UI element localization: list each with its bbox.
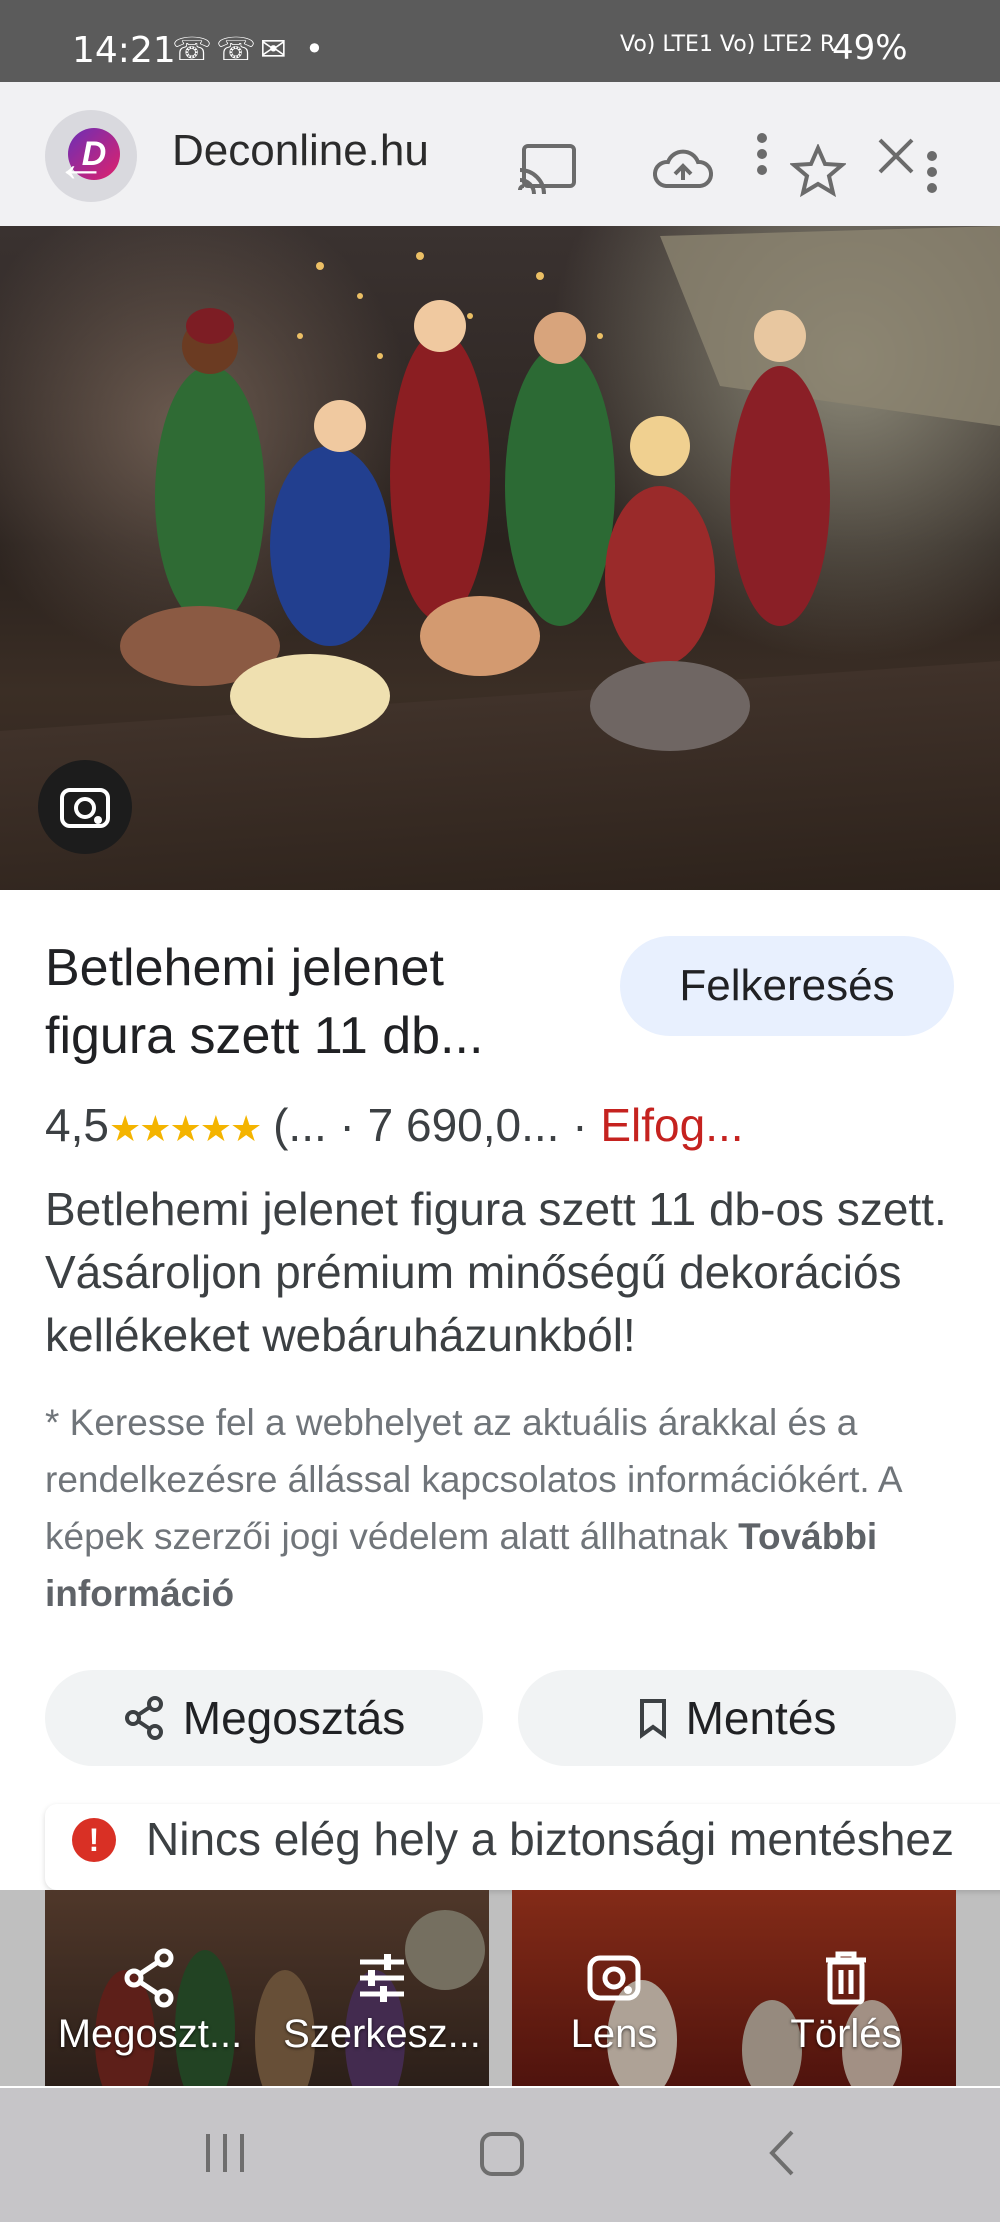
rating-value: 4,5 [45,1099,109,1151]
tune-sliders-icon [272,1948,492,2012]
close-icon[interactable] [874,134,918,178]
back-icon[interactable] [762,2128,802,2178]
rating-row: 4,5★★★★★ (... · 7 690,0... · Elfog... [45,1098,744,1152]
overlay-edit-label: Szerkesz... [283,2012,481,2056]
cloud-upload-icon[interactable] [652,146,714,192]
google-lens-button[interactable] [38,760,132,854]
clock: 14:21 [72,30,176,71]
product-image[interactable] [0,226,1000,890]
rating-stars-icon: ★★★★★ [108,1108,262,1149]
home-icon[interactable] [478,2130,526,2178]
overlay-share[interactable]: Megoszt... [40,1948,260,2057]
overlay-edit[interactable]: Szerkesz... [272,1948,492,2057]
share-icon [124,1696,163,1740]
product-title-line1: Betlehemi jelenet [45,939,444,997]
lens-camera-icon [60,788,110,828]
backup-warning-text: Nincs elég hely a biztonsági mentéshez [146,1813,955,1865]
bookmark-icon [639,1699,666,1739]
product-description: Betlehemi jelenet figura szett 11 db-os … [45,1183,947,1361]
overlay-delete-label: Törlés [790,2012,902,2056]
stock-status: Elfog... [600,1099,744,1151]
overlay-lens[interactable]: Lens [504,1948,724,2057]
trash-icon [736,1948,956,2012]
error-icon: ! [72,1818,116,1862]
more-vert-icon[interactable] [752,130,772,180]
overlay-share-label: Megoszt... [57,2012,243,2056]
nativity-figures-illustration [120,226,1000,751]
network-indicator: Vo) LTE1 Vo) LTE2 R [620,32,836,57]
save-button[interactable]: Mentés [518,1670,956,1766]
rating-count-price: (... · 7 690,0... [273,1099,560,1151]
visit-button[interactable]: Felkeresés [620,936,954,1036]
product-title-line2: figura szett 11 db... [45,1007,484,1065]
cast-icon[interactable] [516,140,582,196]
status-bar: 14:21 ☏☏✉ • Vo) LTE1 Vo) LTE2 R 49% [0,0,1000,82]
disclaimer-note: * Keresse fel a webhelyet az aktuális ár… [45,1394,965,1622]
recent-apps-icon[interactable] [200,2130,250,2176]
stock-separator: · [559,1099,601,1151]
overlay-lens-label: Lens [570,2012,658,2056]
top-bar [0,82,1000,226]
share-icon [40,1948,260,2012]
star-bookmark-icon[interactable] [790,144,846,198]
overlay-delete[interactable]: Törlés [736,1948,956,2057]
notification-icons: ☏☏✉ • [172,30,328,68]
share-button[interactable]: Megosztás [45,1670,483,1766]
lens-icon [504,1948,724,2012]
site-domain[interactable]: Deconline.hu [172,126,429,176]
save-label: Mentés [685,1692,837,1744]
share-label: Megosztás [182,1692,406,1744]
overflow-menu-icon[interactable] [922,148,942,198]
back-arrow-icon[interactable]: ← [55,138,107,190]
battery-level: 49% [832,28,908,68]
product-title: Betlehemi jelenet figura szett 11 db... [45,934,605,1070]
